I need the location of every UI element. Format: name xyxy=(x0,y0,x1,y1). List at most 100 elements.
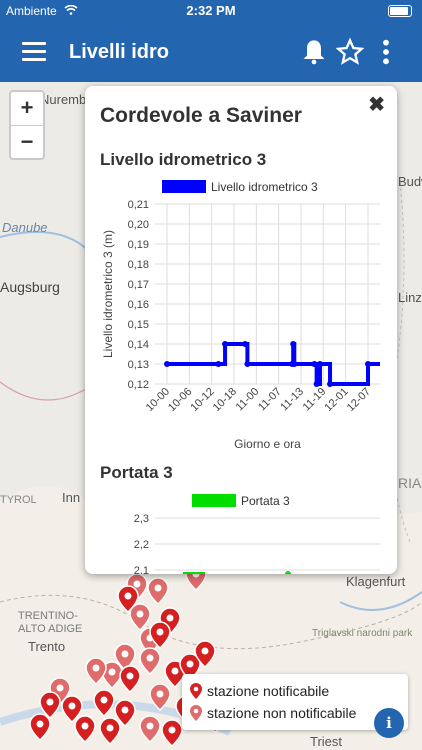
pin-dot xyxy=(68,702,76,710)
zoom-out-button[interactable]: − xyxy=(11,126,43,159)
legend-label: stazione non notificabile xyxy=(207,705,357,721)
clock: 2:32 PM xyxy=(186,3,236,18)
app-bar: Livelli idro xyxy=(0,22,422,82)
x-tick-label: 11-13 xyxy=(278,386,306,414)
pin-dot xyxy=(121,706,129,714)
pin-dot xyxy=(100,696,108,704)
data-point xyxy=(313,381,320,387)
legend-item: stazione non notificabile xyxy=(190,702,400,724)
level-chart: Livello idrometrico 3 0,21 0,20 0,19 0,18 0,1… xyxy=(101,180,380,451)
pin-dot xyxy=(186,660,194,668)
flow-chart: Portata 3 2,3 2,2 2,1 xyxy=(134,494,380,574)
pin-dot xyxy=(171,667,179,675)
info-button[interactable]: i xyxy=(374,708,404,738)
y-tick-label: 0,18 xyxy=(128,259,149,271)
data-point xyxy=(291,361,298,367)
pin-dot xyxy=(81,722,89,730)
data-point xyxy=(327,381,334,387)
y-tick-label: 0,19 xyxy=(128,239,149,251)
more-vertical-icon[interactable] xyxy=(372,38,400,66)
x-tick-label: 10-18 xyxy=(211,386,239,414)
y-tick-label: 0,16 xyxy=(128,299,149,311)
x-tick-label: 11-07 xyxy=(256,386,284,414)
pin-dot xyxy=(201,647,209,655)
chart-title: Portata 3 xyxy=(100,463,173,482)
pin-icon xyxy=(190,683,202,699)
station-pin xyxy=(74,715,96,744)
x-tick-label: 11-19 xyxy=(301,386,329,414)
y-tick-label: 0,14 xyxy=(128,339,149,351)
station-title: Cordevole a Saviner xyxy=(100,104,302,127)
data-point xyxy=(244,361,251,367)
y-tick-label: 2,1 xyxy=(134,565,149,574)
pin-dot xyxy=(121,650,129,658)
data-point xyxy=(222,341,229,347)
pin-dot xyxy=(56,684,64,692)
y-tick-label: 0,13 xyxy=(128,359,149,371)
pin-dot xyxy=(106,724,114,732)
pin-dot xyxy=(126,672,134,680)
station-pin xyxy=(139,715,161,744)
x-tick-label: 11-00 xyxy=(234,386,262,414)
legend-swatch xyxy=(162,180,206,193)
pin-dot xyxy=(133,580,141,588)
station-pin xyxy=(99,717,121,746)
pin-dot xyxy=(156,690,164,698)
close-icon[interactable]: ✖ xyxy=(368,92,385,117)
station-pin xyxy=(161,719,183,748)
pin-dot xyxy=(156,628,164,636)
x-tick-label: 10-12 xyxy=(188,386,216,414)
legend-label: stazione notificabile xyxy=(207,683,330,699)
y-tick-label: 2,3 xyxy=(134,513,149,525)
station-popup: Cordevole a Saviner ✖ Livello idrometric… xyxy=(85,86,397,574)
data-point xyxy=(316,361,323,367)
bell-icon[interactable] xyxy=(300,38,328,66)
menu-button[interactable] xyxy=(22,42,46,62)
station-pin xyxy=(29,713,51,742)
pin-dot xyxy=(146,654,154,662)
y-axis-label: Livello idrometrico 3 (m) xyxy=(101,230,115,358)
data-point xyxy=(290,341,297,347)
legend-label: Portata 3 xyxy=(241,494,290,508)
pin-dot xyxy=(136,610,144,618)
station-pin xyxy=(147,577,169,606)
star-icon[interactable] xyxy=(336,38,364,66)
pin-dot xyxy=(146,722,154,730)
data-point xyxy=(215,361,222,367)
data-point xyxy=(285,571,291,574)
y-tick-label: 0,12 xyxy=(128,379,149,391)
data-point xyxy=(311,361,318,367)
battery-icon xyxy=(388,5,412,17)
legend-swatch xyxy=(192,494,236,507)
station-pin xyxy=(85,657,107,686)
data-point xyxy=(164,361,170,367)
station-pin xyxy=(119,665,141,694)
legend-label: Livello idrometrico 3 xyxy=(211,180,318,194)
pin-dot xyxy=(168,726,176,734)
zoom-control: + − xyxy=(9,90,45,160)
pin-dot xyxy=(108,668,116,676)
station-pin xyxy=(149,683,171,712)
pin-dot xyxy=(154,584,162,592)
data-point xyxy=(242,341,249,347)
pin-dot xyxy=(166,614,174,622)
zoom-in-button[interactable]: + xyxy=(11,92,43,126)
legend-item: stazione notificabile xyxy=(190,680,400,702)
y-tick-label: 2,2 xyxy=(134,539,149,551)
data-point xyxy=(365,361,371,367)
station-pin xyxy=(93,689,115,718)
pin-icon xyxy=(190,705,202,721)
y-tick-label: 0,15 xyxy=(128,319,149,331)
station-pin xyxy=(139,647,161,676)
pin-dot xyxy=(92,664,100,672)
y-tick-label: 0,21 xyxy=(128,199,149,211)
pin-dot xyxy=(36,720,44,728)
page-title: Livelli idro xyxy=(69,41,170,63)
pin-dot xyxy=(124,592,132,600)
pin-dot xyxy=(46,698,54,706)
x-tick-label: 12-01 xyxy=(322,386,350,414)
y-tick-label: 0,20 xyxy=(128,219,149,231)
status-bar: Ambiente 2:32 PM xyxy=(0,0,422,22)
station-pin xyxy=(129,603,151,632)
x-tick-label: 10-06 xyxy=(166,386,194,414)
